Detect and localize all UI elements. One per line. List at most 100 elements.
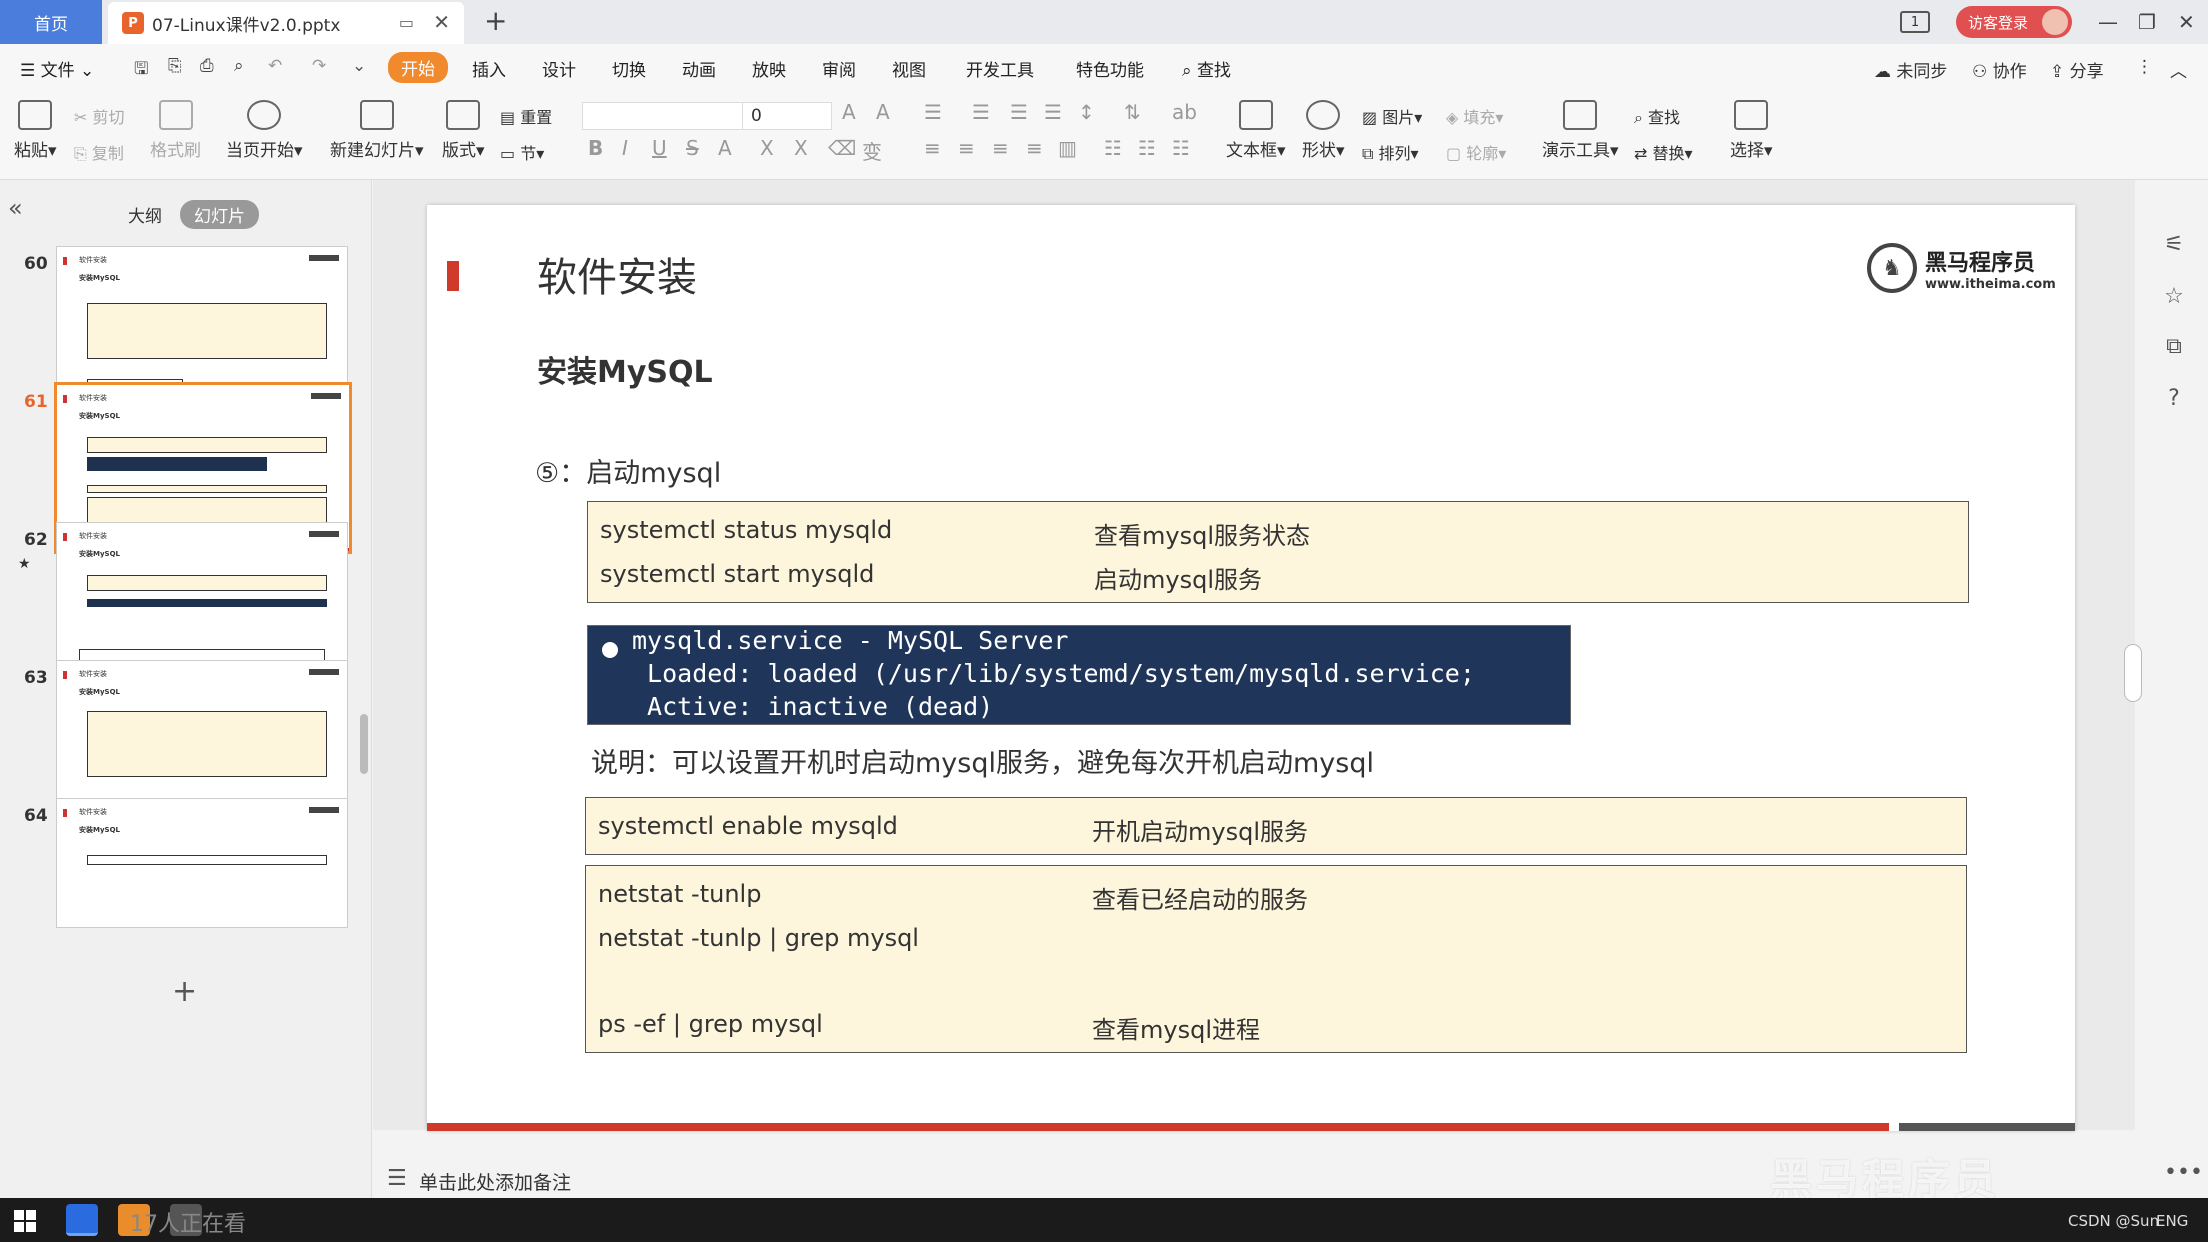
reset-button[interactable]: ▤ 重置	[500, 104, 552, 128]
undo-icon[interactable]: ↶	[268, 56, 282, 76]
tab-home[interactable]: 首页	[0, 0, 102, 44]
bullets-icon[interactable]: ☰	[924, 100, 942, 124]
strikethrough-icon[interactable]: S	[686, 136, 699, 160]
slide[interactable]: 软件安装 ♞ 黑马程序员 www.itheima.com 安装MySQL ⑤：启…	[427, 205, 2075, 1131]
decrease-font-icon[interactable]: A	[876, 100, 890, 124]
animation-icon[interactable]: ☆	[2160, 284, 2188, 310]
menu-features[interactable]: 特色功能	[1076, 56, 1144, 81]
menu-start[interactable]: 开始	[388, 52, 448, 83]
file-menu[interactable]: ☰ 文件 ⌄	[20, 56, 94, 81]
more-options-icon[interactable]: •••	[2164, 1160, 2203, 1185]
language-indicator[interactable]: ENG	[2156, 1212, 2188, 1230]
more-menu-icon[interactable]: ⋮	[2136, 57, 2153, 77]
print-icon[interactable]: ⎙	[200, 56, 214, 76]
menu-transition[interactable]: 切换	[612, 56, 646, 81]
play-icon	[247, 100, 282, 130]
export-icon[interactable]: ⎘	[168, 56, 182, 76]
columns-icon[interactable]: ☷	[1104, 136, 1122, 160]
menu-developer[interactable]: 开发工具	[966, 56, 1034, 81]
save-icon[interactable]: 🖫	[134, 56, 148, 85]
numbering-icon[interactable]: ☰	[972, 100, 990, 124]
menu-insert[interactable]: 插入	[472, 56, 506, 81]
customize-icon[interactable]: ⌄	[352, 56, 366, 76]
collaborate-button[interactable]: ⚇ 协作	[1972, 57, 2027, 82]
help-icon[interactable]: ?	[2160, 386, 2188, 412]
monitor-icon[interactable]: ▭	[399, 13, 414, 32]
cut-button[interactable]: ✂ 剪切	[74, 104, 125, 128]
more-paragraph-icon[interactable]: ☷	[1172, 136, 1190, 160]
align-left-icon[interactable]: ≡	[924, 136, 941, 160]
layout-button[interactable]: 版式▾	[442, 100, 485, 161]
arrange-button[interactable]: ⧉ 排列▾	[1362, 140, 1419, 164]
line-spacing-icon[interactable]: ↕	[1078, 100, 1095, 124]
format-painter-button[interactable]: 格式刷	[150, 100, 201, 161]
text-effect-icon[interactable]: 变	[862, 136, 882, 165]
align-center-icon[interactable]: ≡	[958, 136, 975, 160]
increase-font-icon[interactable]: A	[842, 100, 856, 124]
clear-format-icon[interactable]: ⌫	[828, 136, 856, 160]
increase-indent-icon[interactable]: ☰	[1044, 100, 1062, 124]
slide-thumbnail[interactable]: 软件安装 安装MySQL	[56, 798, 348, 928]
distribute-icon[interactable]: ▥	[1058, 136, 1077, 160]
italic-icon[interactable]: I	[622, 136, 628, 160]
align-text-icon[interactable]: ab	[1172, 100, 1197, 124]
sync-status[interactable]: ☁ 未同步	[1874, 57, 1947, 82]
print-preview-icon[interactable]: ⌕	[234, 56, 244, 76]
tab-document[interactable]: P 07-Linux课件v2.0.pptx ▭ ✕	[108, 2, 464, 44]
slide-scrollbar[interactable]	[2124, 644, 2142, 702]
find-button[interactable]: ⌕ 查找	[1634, 104, 1680, 128]
replace-button[interactable]: ⇄ 替换▾	[1634, 140, 1693, 164]
tab-outline[interactable]: 大纲	[114, 200, 176, 229]
menu-design[interactable]: 设计	[542, 56, 576, 81]
underline-icon[interactable]: U	[652, 136, 667, 160]
notes-bar[interactable]: ☰ 单击此处添加备注	[373, 1160, 1873, 1198]
command-text: systemctl status mysqld	[600, 516, 893, 544]
decrease-indent-icon[interactable]: ☰	[1010, 100, 1028, 124]
transition-icon[interactable]: ⧉	[2160, 334, 2188, 360]
textbox-button[interactable]: 文本框▾	[1226, 100, 1286, 161]
close-tab-icon[interactable]: ✕	[433, 10, 450, 34]
new-tab-icon[interactable]: +	[484, 6, 507, 36]
guest-login-button[interactable]: 访客登录	[1956, 6, 2072, 38]
menu-animation[interactable]: 动画	[682, 56, 716, 81]
fill-button[interactable]: ◈ 填充▾	[1446, 104, 1503, 128]
tab-slides[interactable]: 幻灯片	[180, 200, 259, 229]
section-button[interactable]: ▭ 节▾	[500, 140, 544, 164]
paragraph-icon[interactable]: ☷	[1138, 136, 1156, 160]
presentation-tools-button[interactable]: 演示工具▾	[1542, 100, 1619, 161]
subscript-icon[interactable]: X	[794, 136, 808, 160]
text-direction-icon[interactable]: ⇅	[1124, 100, 1141, 124]
bold-icon[interactable]: B	[588, 136, 603, 160]
collapse-ribbon-icon[interactable]: ︿	[2170, 57, 2187, 82]
font-color-icon[interactable]: A	[718, 136, 732, 160]
minimize-icon[interactable]: —	[2098, 0, 2118, 44]
panel-scrollbar[interactable]	[360, 714, 368, 774]
collapse-panel-icon[interactable]: «	[8, 194, 23, 222]
menu-review[interactable]: 审阅	[822, 56, 856, 81]
shape-button[interactable]: 形状▾	[1302, 100, 1345, 161]
menu-search[interactable]: ⌕ 查找	[1182, 56, 1231, 81]
new-slide-button[interactable]: 新建幻灯片▾	[330, 100, 424, 161]
copy-button[interactable]: ⎘ 复制	[74, 140, 124, 164]
share-button[interactable]: ⇪ 分享	[2050, 57, 2104, 82]
add-slide-icon[interactable]: +	[172, 974, 197, 1009]
superscript-icon[interactable]: X	[760, 136, 774, 160]
play-from-current-button[interactable]: 当页开始▾	[226, 100, 303, 161]
paste-button[interactable]: 粘贴▾	[14, 100, 57, 161]
redo-icon[interactable]: ↷	[312, 56, 326, 76]
wps-app-icon[interactable]	[66, 1204, 98, 1236]
close-window-icon[interactable]: ✕	[2178, 0, 2195, 44]
windows-start-icon[interactable]	[14, 1210, 36, 1232]
align-right-icon[interactable]: ≡	[992, 136, 1009, 160]
menu-view[interactable]: 视图	[892, 56, 926, 81]
select-button[interactable]: 选择▾	[1730, 100, 1773, 161]
menu-slideshow[interactable]: 放映	[752, 56, 786, 81]
font-family-select[interactable]	[582, 102, 750, 130]
properties-icon[interactable]: ⚟	[2160, 232, 2188, 258]
font-size-select[interactable]: 0	[742, 102, 832, 130]
window-count-badge[interactable]: 1	[1900, 11, 1930, 33]
justify-icon[interactable]: ≡	[1026, 136, 1043, 160]
restore-icon[interactable]: ❐	[2138, 0, 2156, 44]
picture-button[interactable]: ▨ 图片▾	[1362, 104, 1422, 128]
outline-button[interactable]: ▢ 轮廓▾	[1446, 140, 1506, 164]
